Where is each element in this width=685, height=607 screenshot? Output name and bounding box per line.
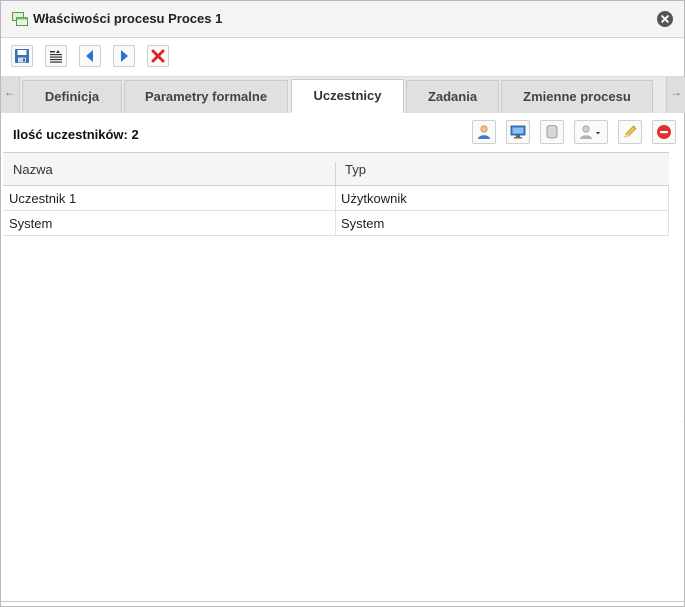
windows-icon [12, 12, 28, 26]
edit-pencil-icon [624, 125, 637, 138]
delete-cross-icon [151, 49, 165, 63]
table-row[interactable]: System System [3, 211, 669, 236]
table-row[interactable]: Uczestnik 1 Użytkownik [3, 186, 669, 211]
arrow-right-icon: → [670, 85, 682, 99]
remove-button[interactable] [652, 120, 676, 144]
add-resource-icon [546, 125, 558, 139]
add-role-dropdown-button[interactable] [574, 120, 608, 144]
cell-divider [335, 186, 336, 210]
tab-definicja[interactable]: Definicja [22, 80, 122, 113]
tab-uczestnicy[interactable]: Uczestnicy [291, 79, 404, 114]
tab-zadania[interactable]: Zadania [406, 80, 499, 113]
save-icon [15, 49, 29, 63]
add-system-icon [510, 125, 526, 139]
delete-button[interactable] [147, 45, 169, 67]
cell-typ: System [341, 216, 385, 231]
add-user-button[interactable] [472, 120, 496, 144]
column-header-typ[interactable]: Typ [345, 162, 366, 177]
properties-button[interactable] [45, 45, 67, 67]
previous-button[interactable] [79, 45, 101, 67]
add-resource-button[interactable] [540, 120, 564, 144]
participants-count: Ilość uczestników: 2 [13, 127, 139, 142]
title-bar: Właściwości procesu Proces 1 [1, 1, 684, 38]
tab-scroll-right[interactable]: → [666, 77, 685, 113]
next-button[interactable] [113, 45, 135, 67]
bottom-border [1, 601, 684, 602]
tab-strip: ← Definicja Parametry formalne Uczestnic… [1, 76, 685, 114]
cell-nazwa: System [9, 216, 53, 231]
toolbar [1, 38, 684, 76]
add-user-icon [478, 125, 490, 139]
close-icon[interactable] [657, 11, 673, 27]
tab-parametry-formalne[interactable]: Parametry formalne [124, 80, 288, 113]
add-role-dropdown-icon [580, 125, 600, 139]
edit-button[interactable] [618, 120, 642, 144]
arrow-left-icon: ← [4, 85, 16, 99]
properties-icon [50, 50, 62, 63]
tab-scroll-left[interactable]: ← [1, 77, 20, 113]
remove-icon [657, 125, 671, 139]
tab-zmienne-procesu[interactable]: Zmienne procesu [501, 80, 653, 113]
participants-toolbar: Ilość uczestników: 2 [1, 113, 684, 151]
dialog-window: Właściwości procesu Proces 1 ← Definicja… [0, 0, 685, 607]
participants-table: Nazwa Typ Uczestnik 1 Użytkownik System … [3, 152, 669, 236]
cell-divider [335, 211, 336, 235]
save-button[interactable] [11, 45, 33, 67]
previous-arrow-icon [86, 50, 93, 62]
next-arrow-icon [121, 50, 128, 62]
window-title: Właściwości procesu Proces 1 [33, 11, 223, 26]
column-header-nazwa[interactable]: Nazwa [13, 162, 53, 177]
table-header: Nazwa Typ [3, 152, 669, 194]
add-system-button[interactable] [506, 120, 530, 144]
cell-typ: Użytkownik [341, 191, 407, 206]
cell-nazwa: Uczestnik 1 [9, 191, 77, 206]
